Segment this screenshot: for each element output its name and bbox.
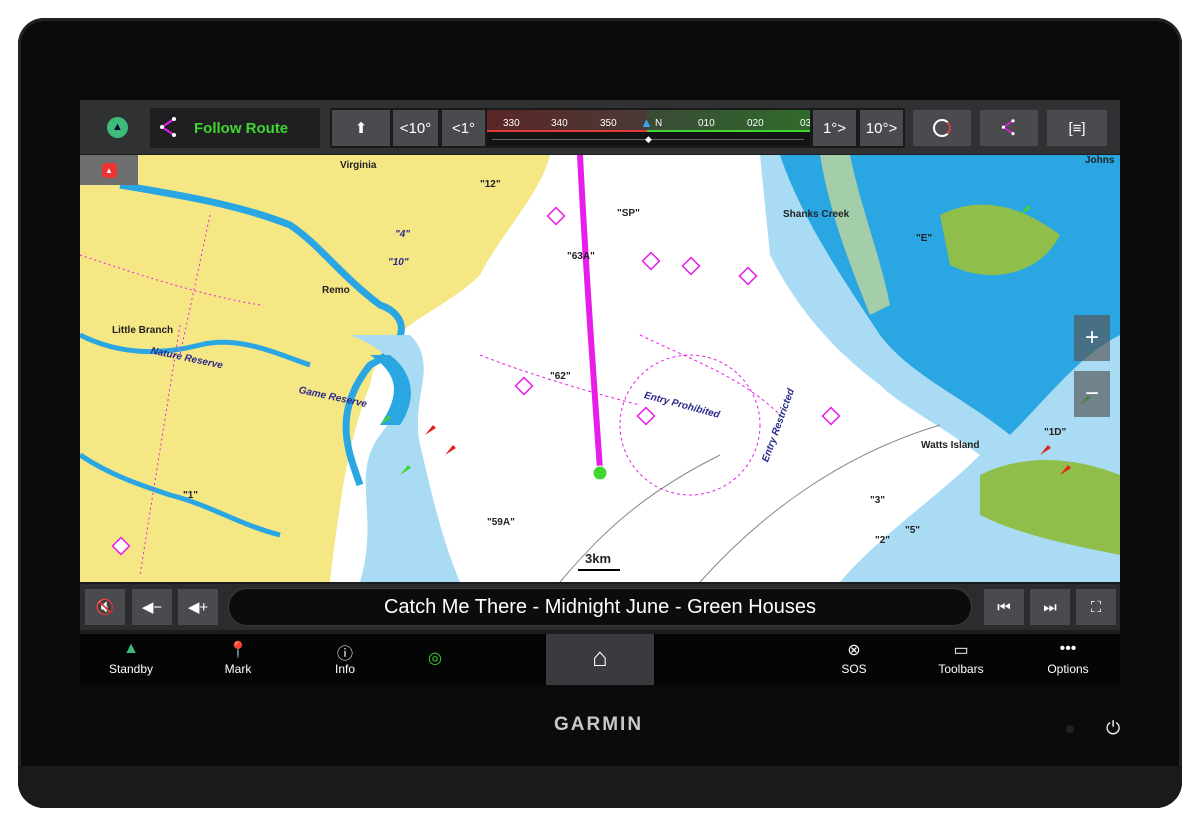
bottom-nav: ▲ Standby 📍 Mark ⓘ Info ◎ ⌂ ⊗ SOS ▭ Toolbars … [80,634,1120,685]
home-icon: ⌂ [592,642,608,672]
heading-marker: ▲ [640,115,653,130]
fullscreen-button[interactable]: ⛶ [1076,589,1116,625]
port-1-button[interactable]: <1° [442,110,485,146]
circle-arrow-icon [933,119,951,137]
nav-home[interactable]: ⌂ [546,634,654,685]
zoom-in-button[interactable]: + [1074,315,1110,361]
route-icon [160,117,176,137]
power-button[interactable]: ⏻ [1106,718,1120,739]
nav-options[interactable]: ••• Options [1023,634,1113,685]
toolbars-icon: ▭ [953,642,969,659]
port-10-button[interactable]: <10° [393,110,438,146]
tack-button[interactable] [913,110,971,146]
screen: ▲ Follow Route ⬆ <10° <1° 330 340 350 ▲ … [80,100,1120,685]
menu-button[interactable]: [≡] [1047,110,1107,146]
nav-sos[interactable]: ⊗ SOS [809,634,899,685]
route-icon [1001,119,1015,136]
scale-bar: 3km [585,551,612,566]
brand-logo: GARMIN [554,714,644,735]
nav-radar[interactable]: ◎ [390,634,480,685]
sensor-dot [1066,725,1074,733]
pin-icon: 📍 [228,642,248,659]
follow-route-button[interactable]: Follow Route [150,108,320,148]
more-icon: ••• [1059,640,1077,657]
alarm-indicator[interactable]: ▲ [80,155,138,185]
autopilot-status-icon[interactable]: ▲ [107,117,128,138]
volume-up-button[interactable]: ◀+ [178,589,218,625]
navigation-chart[interactable]: ▲ Virginia Remo Little Branch Nature Res… [80,155,1120,582]
autopilot-mode: Follow Route [194,119,289,137]
lifebuoy-icon: ⊗ [847,642,861,659]
stbd-10-button[interactable]: 10°> [860,110,903,146]
next-track-button[interactable]: ⏭ [1030,589,1070,625]
route-button[interactable] [980,110,1038,146]
device-lip [18,766,1182,808]
info-icon: ⓘ [336,646,353,663]
radar-icon: ◎ [428,650,442,667]
media-bar: 🔇 ◀− ◀+ Catch Me There - Midnight June -… [80,584,1120,630]
heading-hold-button[interactable]: ⬆ [332,110,390,146]
top-toolbar: ▲ Follow Route ⬆ <10° <1° 330 340 350 ▲ … [80,100,1120,154]
nav-info[interactable]: ⓘ Info [300,634,390,685]
previous-track-button[interactable]: ⏮ [984,589,1024,625]
zoom-out-button[interactable]: − [1074,371,1110,417]
compass-tape: 330 340 350 ▲ N 010 020 03 ◆ [487,110,810,146]
nav-toolbars[interactable]: ▭ Toolbars [916,634,1006,685]
mute-button[interactable]: 🔇 [85,589,125,625]
stbd-1-button[interactable]: 1°> [813,110,856,146]
now-playing[interactable]: Catch Me There - Midnight June - Green H… [228,588,972,626]
volume-down-button[interactable]: ◀− [132,589,172,625]
nav-mark[interactable]: 📍 Mark [193,634,283,685]
chart-drawing [80,155,1120,582]
warning-icon: ▲ [101,162,117,178]
nav-standby[interactable]: ▲ Standby [86,634,176,685]
autopilot-icon: ▲ [123,640,139,657]
